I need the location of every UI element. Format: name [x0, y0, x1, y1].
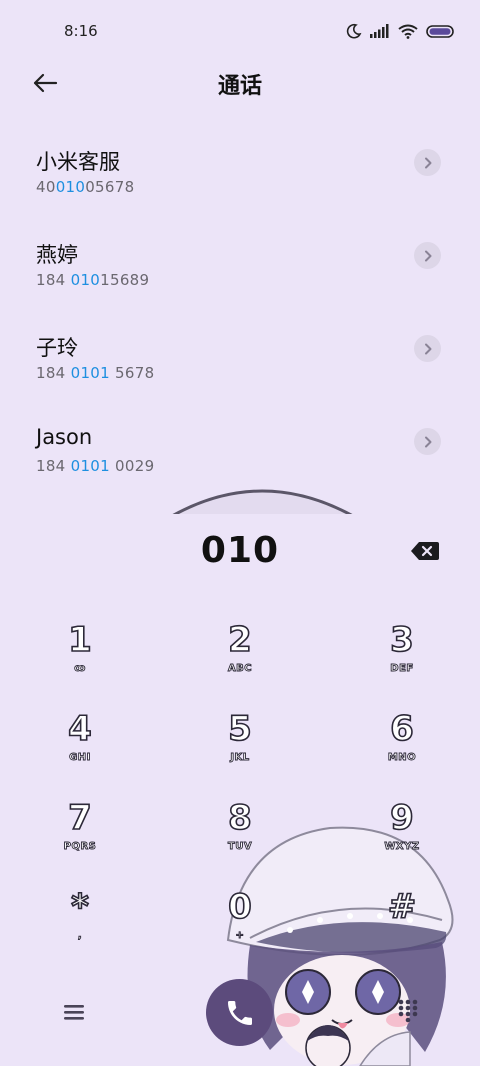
- signal-icon: [370, 24, 389, 38]
- key-6[interactable]: 6 MNO: [342, 708, 462, 789]
- key-1[interactable]: 1ꝏ: [20, 619, 140, 700]
- phone-icon: [227, 1000, 252, 1025]
- dialed-number: 010: [200, 530, 280, 571]
- contact-details-button[interactable]: [414, 242, 441, 269]
- moon-icon: [346, 23, 362, 39]
- status-bar: 8:16: [0, 0, 480, 62]
- dialpad-toggle-button[interactable]: [394, 997, 422, 1025]
- contact-details-button[interactable]: [414, 428, 441, 455]
- contact-suggestions: 小米客服 4001005678 燕婷 184 01015689 子玲 184 0…: [0, 140, 480, 512]
- key-star[interactable]: *,: [20, 886, 140, 967]
- contact-number: 184 0101 5678: [36, 364, 155, 382]
- decorative-arc: [170, 478, 355, 514]
- wifi-icon: [398, 24, 418, 39]
- contact-number: 184 01015689: [36, 271, 150, 289]
- header: 通话: [0, 62, 480, 104]
- contact-number: 4001005678: [36, 178, 135, 196]
- menu-icon: [64, 1005, 84, 1020]
- menu-button[interactable]: [60, 999, 88, 1025]
- contact-item[interactable]: 小米客服 4001005678: [0, 140, 480, 233]
- contact-name: 燕婷: [36, 243, 78, 267]
- contact-details-button[interactable]: [414, 149, 441, 176]
- chevron-right-icon: [424, 343, 431, 354]
- contact-name: Jason: [36, 425, 93, 449]
- key-hash[interactable]: #: [342, 886, 462, 967]
- call-button[interactable]: [206, 979, 273, 1046]
- key-8[interactable]: 8 TUV: [180, 797, 300, 878]
- key-4[interactable]: 4 GHI: [20, 708, 140, 789]
- contact-number: 184 0101 0029: [36, 457, 155, 475]
- bottom-bar: [0, 975, 480, 1055]
- key-5[interactable]: 5 JKL: [180, 708, 300, 789]
- chevron-right-icon: [424, 436, 431, 447]
- key-3[interactable]: 3 DEF: [342, 619, 462, 700]
- chevron-right-icon: [424, 250, 431, 261]
- backspace-icon: [411, 542, 439, 560]
- contact-details-button[interactable]: [414, 335, 441, 362]
- dialpad-icon: [398, 999, 418, 1023]
- key-9[interactable]: 9 WXYZ: [342, 797, 462, 878]
- status-icons: [346, 22, 454, 40]
- status-time: 8:16: [64, 22, 98, 40]
- contact-name: 子玲: [36, 336, 78, 360]
- key-7[interactable]: 7 PQRS: [20, 797, 140, 878]
- battery-icon: [426, 24, 454, 38]
- backspace-button[interactable]: [410, 540, 444, 566]
- chevron-right-icon: [424, 157, 431, 168]
- contact-item[interactable]: 子玲 184 0101 5678: [0, 326, 480, 419]
- page-title: 通话: [217, 74, 262, 99]
- contact-item[interactable]: 燕婷 184 01015689: [0, 233, 480, 326]
- key-2[interactable]: 2 ABC: [180, 619, 300, 700]
- key-0[interactable]: 0 +: [180, 886, 300, 967]
- contact-name: 小米客服: [36, 150, 120, 174]
